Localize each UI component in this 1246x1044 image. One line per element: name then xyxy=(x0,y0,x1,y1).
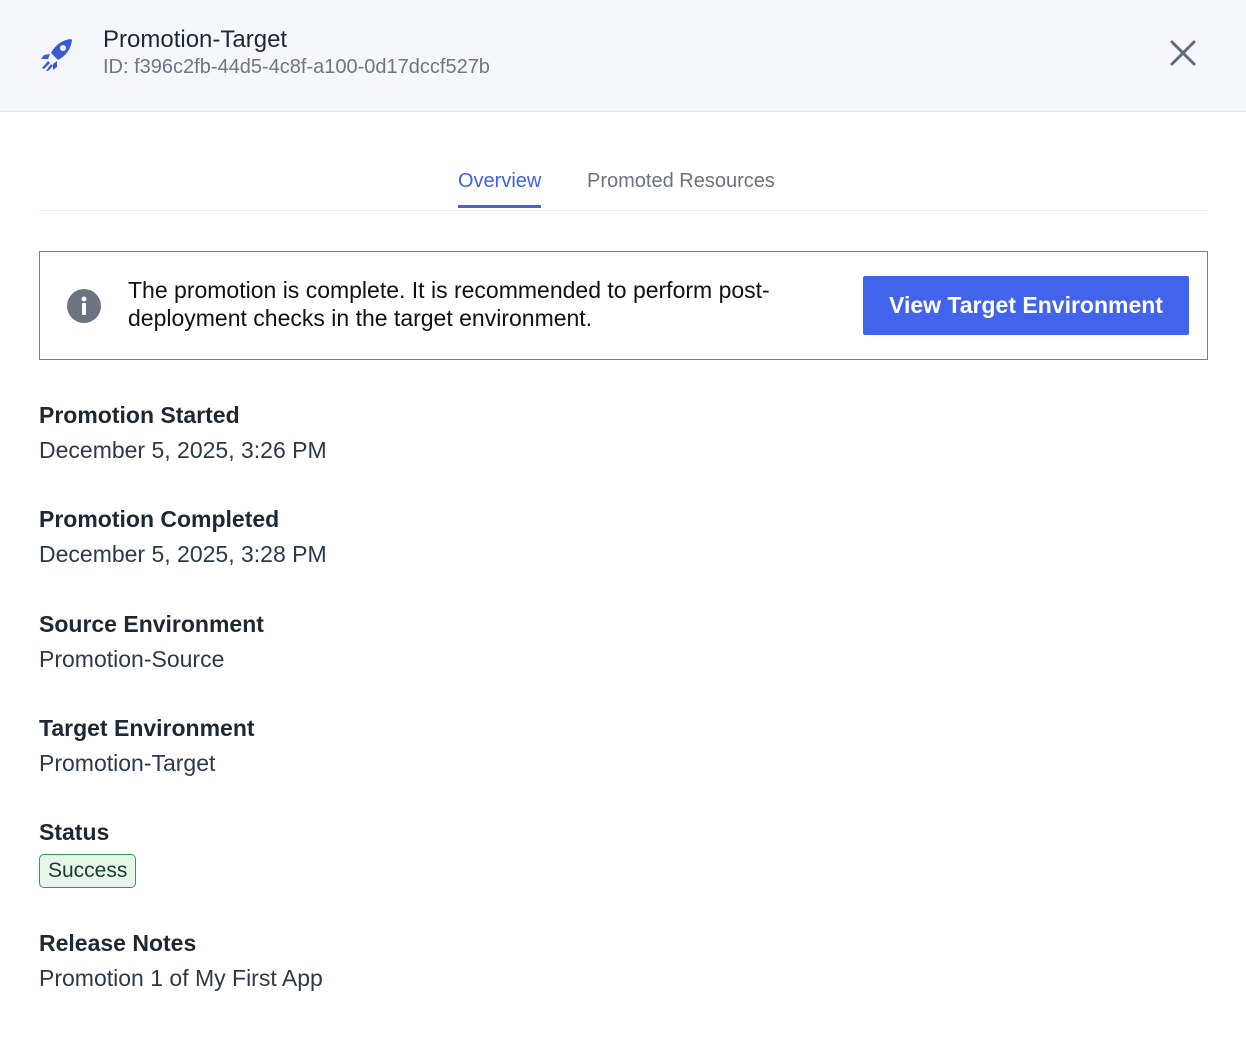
field-value: Promotion-Target xyxy=(39,750,216,776)
field-value: December 5, 2025, 3:28 PM xyxy=(39,541,327,567)
view-target-environment-button[interactable]: View Target Environment xyxy=(863,276,1189,335)
target-environment-field: Target Environment Promotion-Target xyxy=(39,715,255,777)
rocket-icon xyxy=(41,39,72,71)
source-environment-field: Source Environment Promotion-Source xyxy=(39,611,264,673)
tab-bar: Overview Promoted Resources xyxy=(39,160,1208,211)
field-label: Promotion Completed xyxy=(39,506,280,532)
field-label: Status xyxy=(39,819,110,845)
promotion-completed-field: Promotion Completed December 5, 2025, 3:… xyxy=(39,506,327,568)
status-field: Status Success xyxy=(39,819,137,888)
field-label: Promotion Started xyxy=(39,402,240,428)
tab-promoted-resources[interactable]: Promoted Resources xyxy=(587,170,775,207)
dialog-header: Promotion-Target ID: f396c2fb-44d5-4c8f-… xyxy=(0,0,1246,112)
promotion-started-field: Promotion Started December 5, 2025, 3:26… xyxy=(39,402,327,464)
field-label: Target Environment xyxy=(39,715,255,741)
field-label: Release Notes xyxy=(39,930,197,956)
notice-message: The promotion is complete. It is recomme… xyxy=(128,277,770,331)
field-value: Promotion-Source xyxy=(39,646,225,672)
status-badge: Success xyxy=(39,854,137,888)
field-value: December 5, 2025, 3:26 PM xyxy=(39,437,327,463)
dialog-id: ID: f396c2fb-44d5-4c8f-a100-0d17dccf527b xyxy=(103,56,490,78)
completion-notice: The promotion is complete. It is recomme… xyxy=(39,251,1208,360)
dialog-title: Promotion-Target xyxy=(103,26,288,53)
field-value: Promotion 1 of My First App xyxy=(39,965,323,991)
field-label: Source Environment xyxy=(39,611,264,637)
info-icon xyxy=(67,289,101,323)
close-icon[interactable] xyxy=(1166,36,1200,70)
release-notes-field: Release Notes Promotion 1 of My First Ap… xyxy=(39,930,323,992)
tab-overview[interactable]: Overview xyxy=(458,170,542,208)
